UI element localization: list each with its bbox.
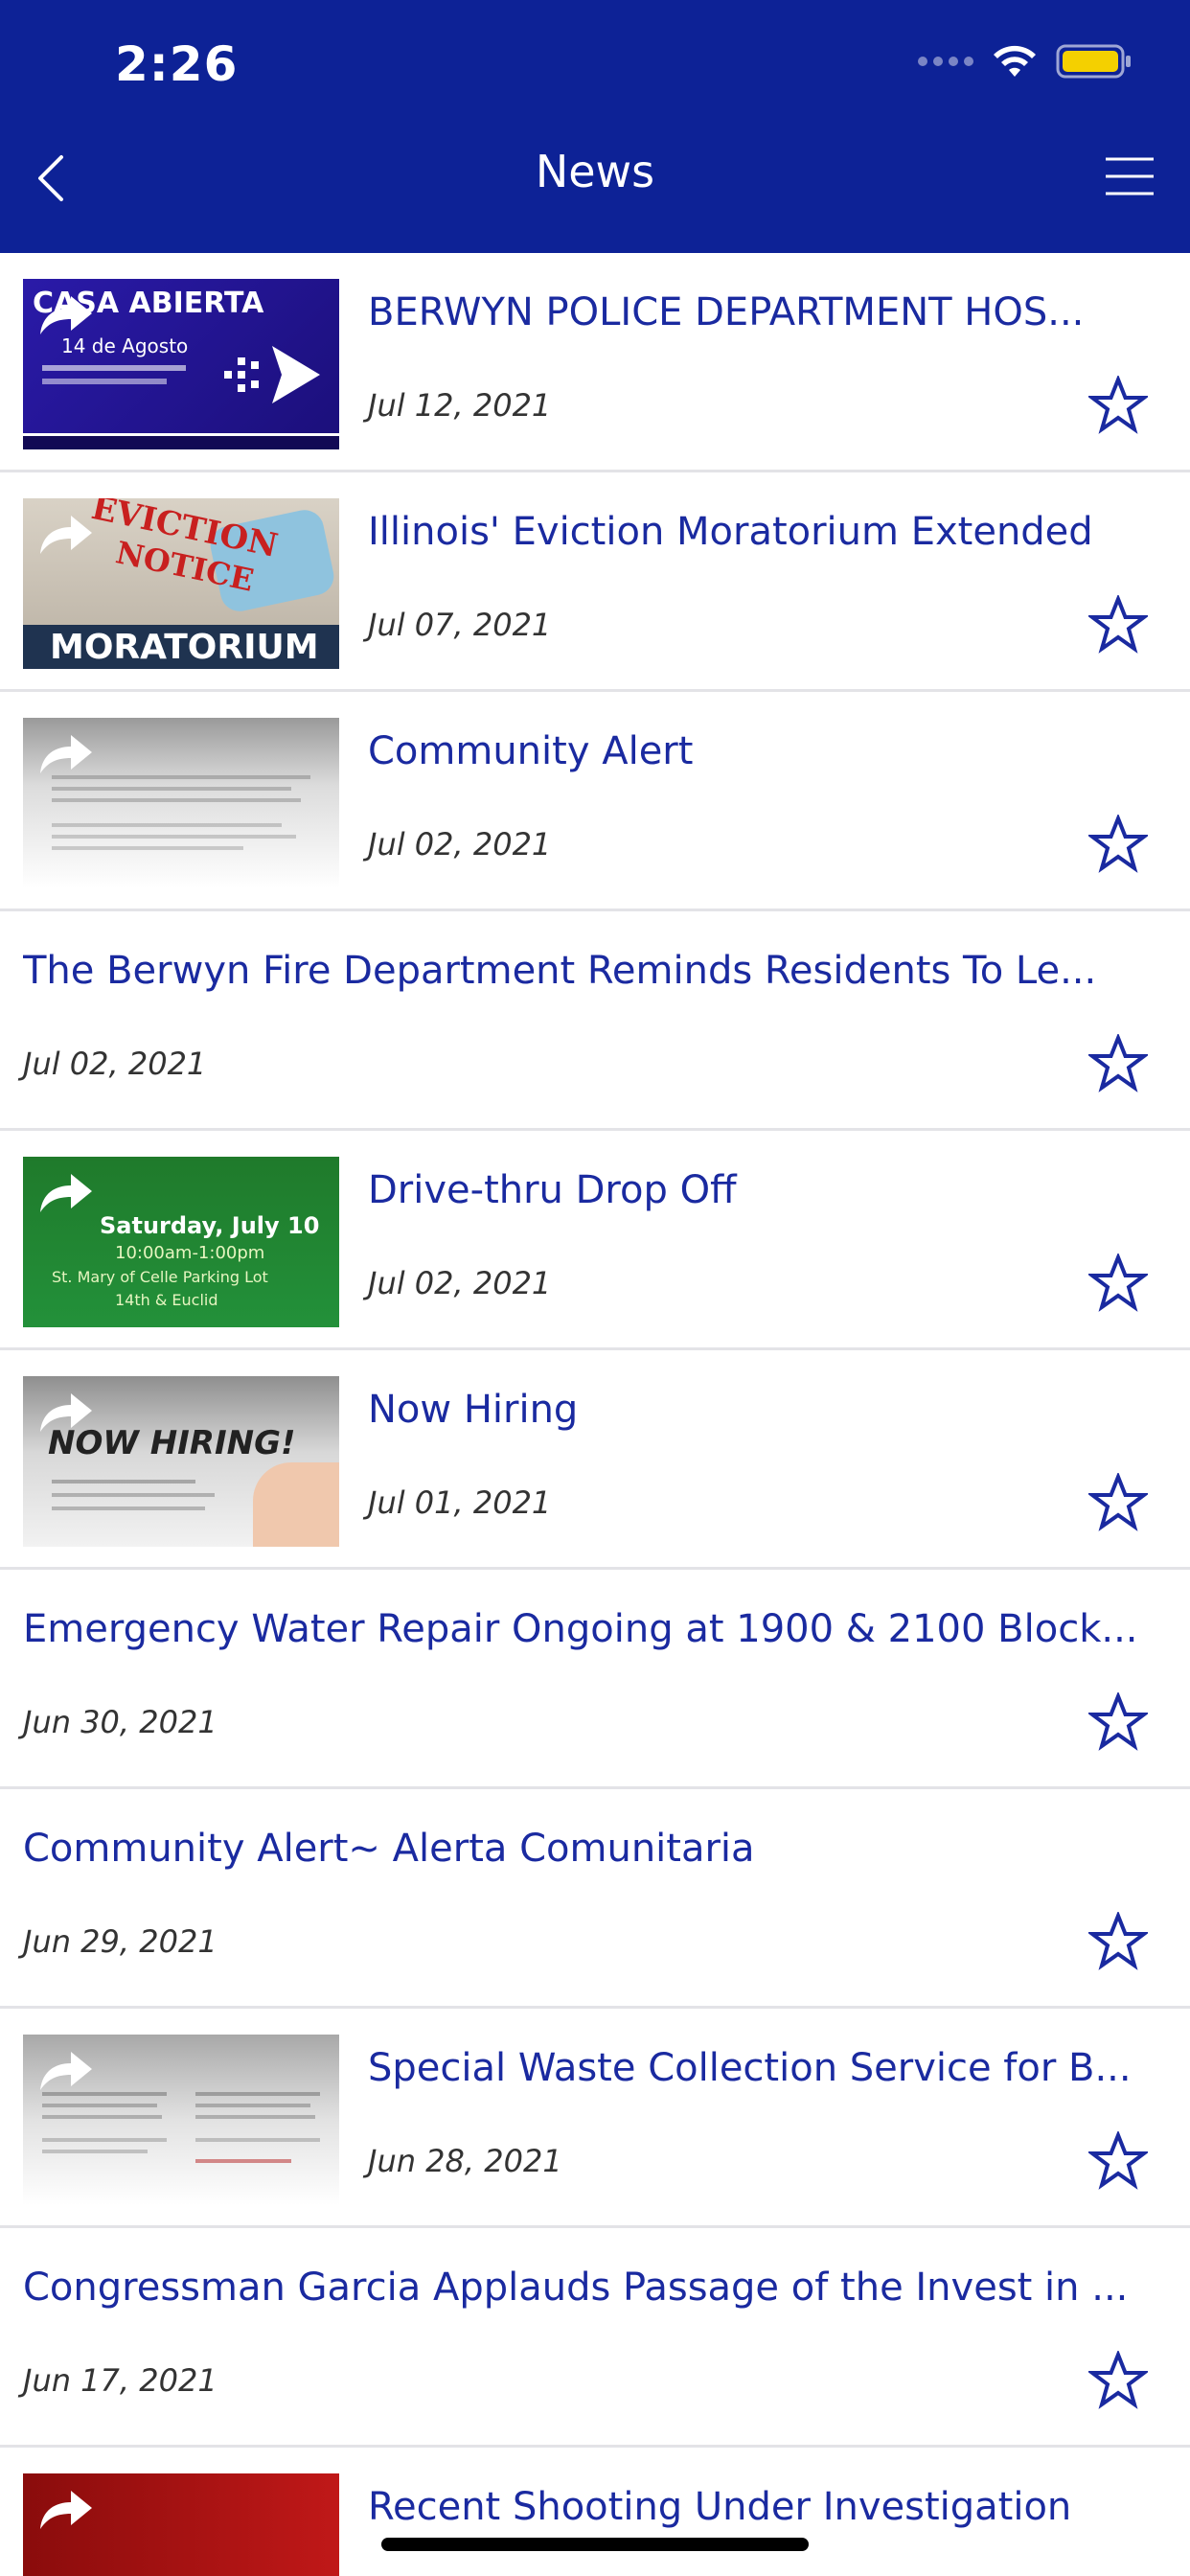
news-thumbnail (23, 2035, 339, 2205)
news-screen: 2:26 News CASA ABIERTA 14 de Agosto BERW… (0, 0, 1190, 2576)
news-date: Jul 12, 2021 (368, 387, 552, 424)
news-item[interactable]: EVICTION NOTICE MORATORIUM Illinois' Evi… (0, 472, 1190, 692)
news-thumbnail: Saturday, July 10 10:00am-1:00pm St. Mar… (23, 1157, 339, 1327)
news-item[interactable]: Community Alert Jul 02, 2021 (0, 692, 1190, 911)
news-item[interactable]: Special Waste Collection Service for B..… (0, 2009, 1190, 2228)
wifi-icon (994, 45, 1036, 77)
news-date: Jul 01, 2021 (368, 1484, 552, 1521)
news-date: Jun 17, 2021 (23, 2362, 217, 2399)
favorite-star-icon[interactable] (1088, 815, 1148, 874)
news-date: Jul 02, 2021 (368, 1265, 552, 1301)
favorite-star-icon[interactable] (1088, 2351, 1148, 2410)
news-thumbnail (23, 2473, 339, 2576)
share-arrow-icon (40, 2052, 92, 2090)
cellular-signal-icon (918, 57, 973, 66)
thumb-caption: MORATORIUM (50, 628, 319, 667)
news-item[interactable]: CASA ABIERTA 14 de Agosto BERWYN POLICE … (0, 253, 1190, 472)
news-date: Jul 07, 2021 (368, 607, 552, 643)
favorite-star-icon[interactable] (1088, 1473, 1148, 1532)
news-date: Jun 29, 2021 (23, 1923, 217, 1960)
favorite-star-icon[interactable] (1088, 1254, 1148, 1313)
news-thumbnail: NOW HIRING! (23, 1376, 339, 1547)
arrow-graphic-icon (224, 346, 320, 403)
news-item[interactable]: Community Alert~ Alerta Comunitaria Jun … (0, 1789, 1190, 2009)
news-title[interactable]: Community Alert~ Alerta Comunitaria (23, 1820, 1165, 1877)
share-arrow-icon (40, 516, 92, 554)
news-date: Jul 02, 2021 (368, 826, 552, 862)
battery-icon (1056, 44, 1131, 79)
news-title[interactable]: Emergency Water Repair Ongoing at 1900 &… (23, 1600, 1165, 1658)
favorite-star-icon[interactable] (1088, 1912, 1148, 1971)
news-title[interactable]: Drive-thru Drop Off (368, 1162, 1165, 1219)
news-item[interactable]: Saturday, July 10 10:00am-1:00pm St. Mar… (0, 1131, 1190, 1350)
news-item[interactable]: Emergency Water Repair Ongoing at 1900 &… (0, 1570, 1190, 1789)
news-date: Jun 30, 2021 (23, 1704, 217, 1740)
news-item[interactable]: The Berwyn Fire Department Reminds Resid… (0, 911, 1190, 1131)
share-arrow-icon (40, 296, 92, 334)
news-title[interactable]: Community Alert (368, 723, 1165, 780)
news-title[interactable]: The Berwyn Fire Department Reminds Resid… (23, 942, 1165, 1000)
news-item[interactable]: Recent Shooting Under Investigation (0, 2448, 1190, 2576)
favorite-star-icon[interactable] (1088, 1692, 1148, 1752)
share-arrow-icon (40, 2491, 92, 2529)
app-header: 2:26 News (0, 0, 1190, 253)
favorite-star-icon[interactable] (1088, 2131, 1148, 2191)
news-thumbnail (23, 718, 339, 888)
favorite-star-icon[interactable] (1088, 1034, 1148, 1093)
favorite-star-icon[interactable] (1088, 595, 1148, 655)
news-title[interactable]: BERWYN POLICE DEPARTMENT HOS... (368, 284, 1165, 341)
news-title[interactable]: Recent Shooting Under Investigation (368, 2478, 1165, 2536)
status-icons (918, 42, 1133, 80)
news-title[interactable]: Illinois' Eviction Moratorium Extended (368, 503, 1165, 561)
news-title[interactable]: Special Waste Collection Service for B..… (368, 2039, 1165, 2097)
news-item[interactable]: NOW HIRING! Now Hiring Jul 01, 2021 (0, 1350, 1190, 1570)
news-title[interactable]: Now Hiring (368, 1381, 1165, 1438)
thumb-caption: 10:00am-1:00pm (115, 1243, 265, 1263)
news-list: CASA ABIERTA 14 de Agosto BERWYN POLICE … (0, 253, 1190, 2576)
news-thumbnail: EVICTION NOTICE MORATORIUM (23, 498, 339, 669)
news-date: Jun 28, 2021 (368, 2143, 562, 2179)
status-time: 2:26 (115, 36, 239, 92)
page-title: News (535, 146, 655, 197)
thumb-caption: St. Mary of Celle Parking Lot (52, 1268, 268, 1286)
news-thumbnail: CASA ABIERTA 14 de Agosto (23, 279, 339, 449)
hamburger-menu-icon[interactable] (1104, 155, 1156, 197)
news-date: Jul 02, 2021 (23, 1046, 207, 1082)
thumb-caption: Saturday, July 10 (100, 1212, 320, 1239)
share-arrow-icon (40, 735, 92, 773)
favorite-star-icon[interactable] (1088, 376, 1148, 435)
thumb-caption: 14th & Euclid (115, 1291, 218, 1309)
share-arrow-icon (40, 1393, 92, 1432)
share-arrow-icon (40, 1174, 92, 1212)
news-title[interactable]: Congressman Garcia Applauds Passage of t… (23, 2259, 1165, 2316)
news-item[interactable]: Congressman Garcia Applauds Passage of t… (0, 2228, 1190, 2448)
home-indicator (381, 2538, 809, 2551)
